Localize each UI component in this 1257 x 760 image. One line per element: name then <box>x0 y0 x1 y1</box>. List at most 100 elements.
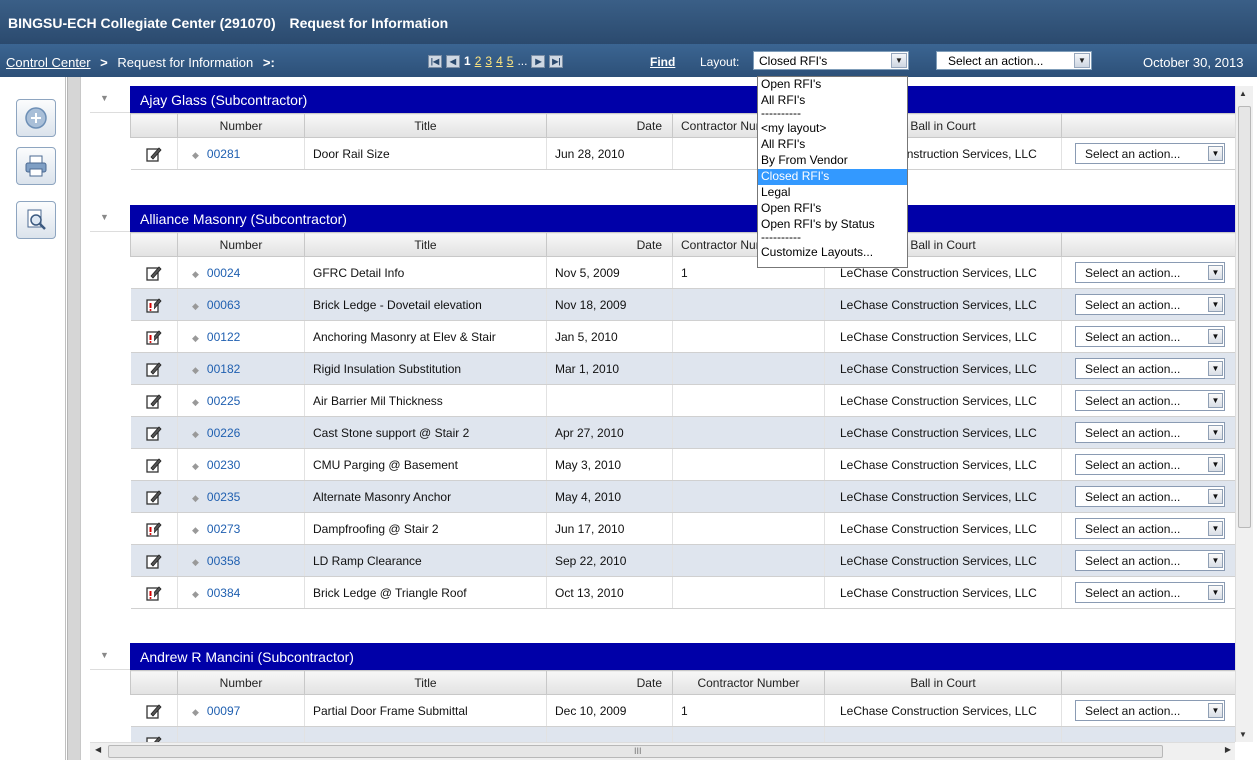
row-icon-cell[interactable] <box>130 726 178 742</box>
layout-option[interactable]: <my layout> <box>758 121 907 137</box>
row-icon-cell[interactable] <box>130 416 178 449</box>
scroll-left-icon[interactable]: ◀ <box>95 745 101 754</box>
group-toggle[interactable]: ▼ <box>90 86 130 113</box>
edit-icon[interactable] <box>146 489 162 505</box>
row-action-select[interactable]: Select an action... ▼ <box>1075 582 1225 603</box>
chevron-down-icon[interactable]: ▼ <box>1208 329 1223 344</box>
table-row[interactable]: ◆ 00273 Dampfroofing @ Stair 2 Jun 17, 2010… <box>130 512 1235 545</box>
breadcrumb-control-center-link[interactable]: Control Center <box>6 55 91 70</box>
col-ball-in-court[interactable]: Ball in Court <box>824 670 1062 695</box>
scroll-down-icon[interactable]: ▼ <box>1239 730 1247 739</box>
scroll-up-icon[interactable]: ▲ <box>1239 89 1247 98</box>
chevron-down-icon[interactable]: ▼ <box>891 53 907 68</box>
row-icon-cell[interactable] <box>130 137 178 170</box>
next-page-icon[interactable]: ▶ <box>531 54 546 68</box>
rfi-number-link[interactable]: 00226 <box>207 426 240 440</box>
row-icon-cell[interactable] <box>130 576 178 609</box>
col-title[interactable]: Title <box>304 232 547 257</box>
row-action-select[interactable]: Select an action... ▼ <box>1075 262 1225 283</box>
layout-option[interactable]: By From Vendor <box>758 153 907 169</box>
chevron-down-icon[interactable]: ▼ <box>1208 146 1223 161</box>
rfi-number-link[interactable]: 00024 <box>207 266 240 280</box>
rfi-number-link[interactable]: 00281 <box>207 147 240 161</box>
collapse-icon[interactable]: ▼ <box>100 650 109 660</box>
scroll-right-icon[interactable]: ▶ <box>1225 745 1231 754</box>
layout-option[interactable]: Open RFI's <box>758 201 907 217</box>
row-action-select[interactable]: Select an action... ▼ <box>1075 326 1225 347</box>
table-row[interactable]: ◆ 00122 Anchoring Masonry at Elev & Stair J… <box>130 320 1235 353</box>
table-row[interactable]: ◆ 00384 Brick Ledge @ Triangle Roof Oct 13,… <box>130 576 1235 609</box>
edit-icon[interactable] <box>146 553 162 569</box>
chevron-down-icon[interactable]: ▼ <box>1208 297 1223 312</box>
page-2[interactable]: 2 <box>475 54 482 68</box>
edit-icon[interactable] <box>146 735 162 742</box>
layout-option[interactable]: Open RFI's <box>758 77 907 93</box>
row-icon-cell[interactable] <box>130 544 178 577</box>
chevron-down-icon[interactable]: ▼ <box>1208 553 1223 568</box>
chevron-down-icon[interactable]: ▼ <box>1208 585 1223 600</box>
page-4[interactable]: 4 <box>496 54 503 68</box>
row-action-select[interactable]: Select an action... ▼ <box>1075 486 1225 507</box>
group-toggle[interactable]: ▼ <box>90 643 130 670</box>
print-preview-button[interactable] <box>16 201 56 239</box>
prev-page-icon[interactable]: ◀ <box>446 54 460 68</box>
col-date[interactable]: Date <box>546 670 673 695</box>
find-link[interactable]: Find <box>650 55 675 69</box>
last-page-icon[interactable]: ▶| <box>549 54 564 68</box>
layout-option[interactable]: Legal <box>758 185 907 201</box>
rfi-number-link[interactable]: 00358 <box>207 554 240 568</box>
urgent-edit-icon[interactable] <box>146 329 162 345</box>
breadcrumb-menu-icon[interactable]: >: <box>263 55 275 70</box>
edit-icon[interactable] <box>146 393 162 409</box>
add-button[interactable] <box>16 99 56 137</box>
chevron-down-icon[interactable]: ▼ <box>1208 521 1223 536</box>
action-select[interactable]: Select an action... ▼ <box>936 51 1092 70</box>
chevron-down-icon[interactable]: ▼ <box>1208 489 1223 504</box>
row-icon-cell[interactable] <box>130 352 178 385</box>
vertical-scrollbar[interactable]: ▲ ▼ <box>1235 86 1253 742</box>
row-action-select[interactable]: Select an action... ▼ <box>1075 294 1225 315</box>
rfi-number-link[interactable]: 00225 <box>207 394 240 408</box>
table-row[interactable]: ◆ 00182 Rigid Insulation Substitution Mar 1… <box>130 352 1235 385</box>
urgent-edit-icon[interactable] <box>146 297 162 313</box>
rfi-number-link[interactable]: 00063 <box>207 298 240 312</box>
edit-icon[interactable] <box>146 146 162 162</box>
chevron-down-icon[interactable]: ▼ <box>1208 703 1223 718</box>
rfi-number-link[interactable]: 00230 <box>207 458 240 472</box>
table-row[interactable]: ◆ 00225 Air Barrier Mil Thickness LeChase C… <box>130 384 1235 417</box>
row-action-select[interactable]: Select an action... ▼ <box>1075 358 1225 379</box>
table-row[interactable]: ◆ 00358 LD Ramp Clearance Sep 22, 2010 LeCha… <box>130 544 1235 577</box>
edit-icon[interactable] <box>146 703 162 719</box>
page-5[interactable]: 5 <box>507 54 514 68</box>
rfi-number-link[interactable]: 00384 <box>207 586 240 600</box>
row-icon-cell[interactable] <box>130 512 178 545</box>
col-contractor-number[interactable]: Contractor Number <box>672 670 825 695</box>
col-number[interactable]: Number <box>177 670 305 695</box>
edit-icon[interactable] <box>146 265 162 281</box>
col-title[interactable]: Title <box>304 670 547 695</box>
collapse-icon[interactable]: ▼ <box>100 93 109 103</box>
row-action-select[interactable]: Select an action... ▼ <box>1075 518 1225 539</box>
col-number[interactable]: Number <box>177 113 305 138</box>
row-action-select[interactable]: Select an action... ▼ <box>1075 454 1225 475</box>
collapse-icon[interactable]: ▼ <box>100 212 109 222</box>
first-page-icon[interactable]: |◀ <box>428 54 442 68</box>
col-date[interactable]: Date <box>546 232 673 257</box>
row-action-select[interactable]: Select an action... ▼ <box>1075 390 1225 411</box>
table-row[interactable]: ◆ 00024 GFRC Detail Info Nov 5, 2009 1 LeChas… <box>130 256 1235 289</box>
row-icon-cell[interactable] <box>130 694 178 727</box>
chevron-down-icon[interactable]: ▼ <box>1208 361 1223 376</box>
col-date[interactable]: Date <box>546 113 673 138</box>
vertical-scroll-thumb[interactable] <box>1238 106 1251 528</box>
col-number[interactable]: Number <box>177 232 305 257</box>
layout-option[interactable]: Closed RFI's <box>758 169 907 185</box>
chevron-down-icon[interactable]: ▼ <box>1208 425 1223 440</box>
page-3[interactable]: 3 <box>485 54 492 68</box>
row-icon-cell[interactable] <box>130 448 178 481</box>
table-row[interactable]: ◆ 00281 Door Rail Size Jun 28, 2010 LeChase … <box>130 137 1235 170</box>
urgent-edit-icon[interactable] <box>146 521 162 537</box>
col-title[interactable]: Title <box>304 113 547 138</box>
table-row[interactable]: ◆ 00063 Brick Ledge - Dovetail elevation No… <box>130 288 1235 321</box>
edit-icon[interactable] <box>146 425 162 441</box>
edit-icon[interactable] <box>146 361 162 377</box>
